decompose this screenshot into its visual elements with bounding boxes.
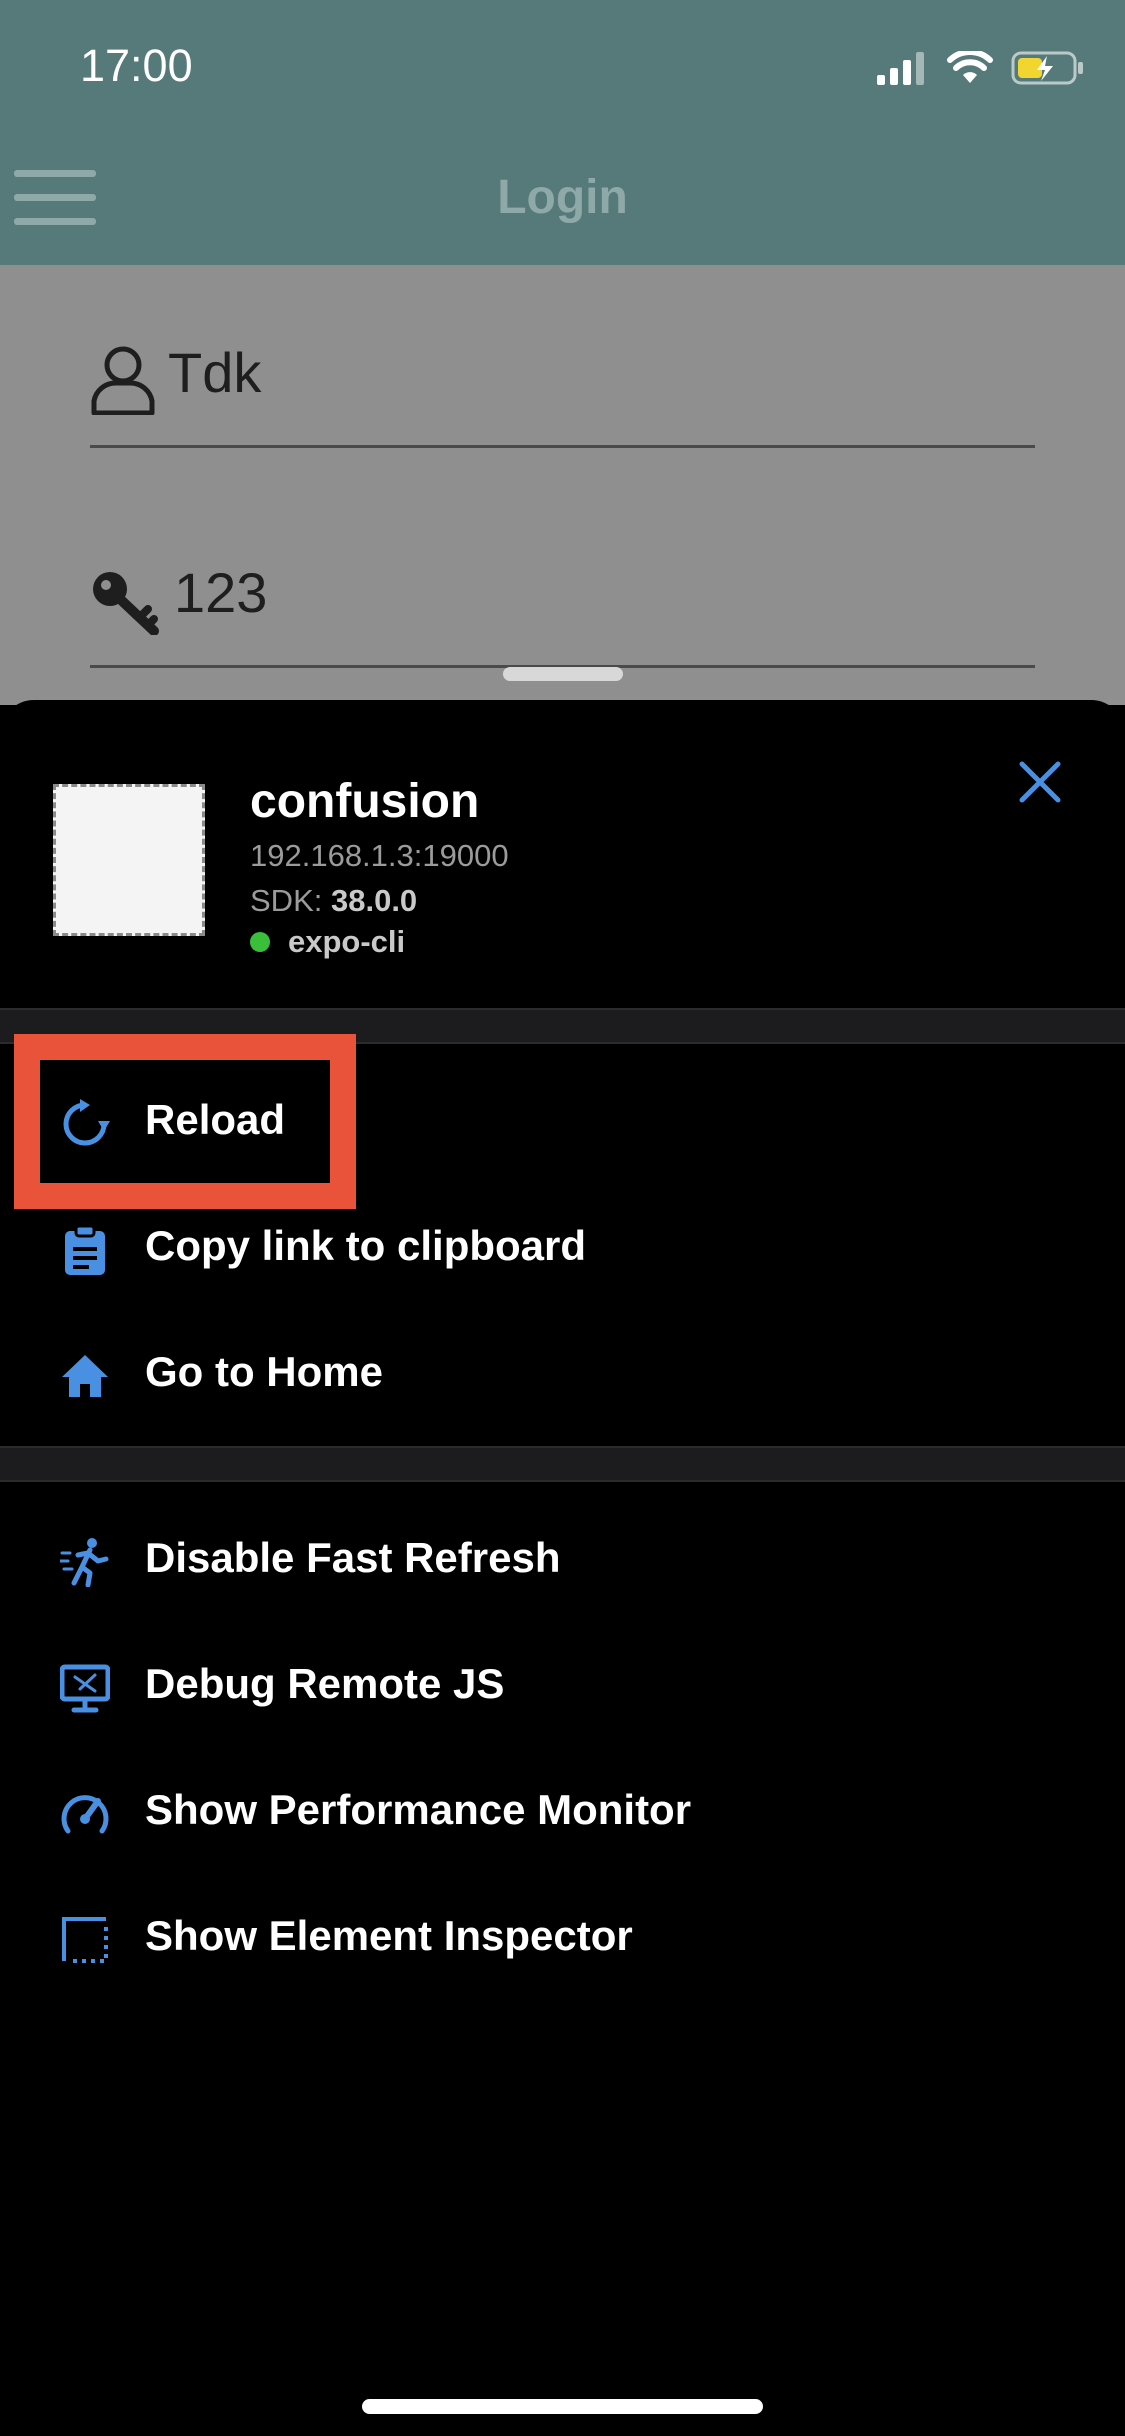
sdk-label: SDK: [250, 883, 323, 918]
menu-item-label: Debug Remote JS [145, 1660, 505, 1707]
app-host: 192.168.1.3:19000 [250, 838, 509, 873]
password-value: 123 [174, 561, 268, 624]
user-icon [91, 346, 155, 415]
status-time: 17:00 [80, 40, 193, 91]
monitor-debug-icon [60, 1664, 110, 1713]
page-title: Login [497, 171, 628, 224]
speedometer-icon [61, 1795, 109, 1834]
app-name: confusion [250, 775, 480, 828]
home-indicator[interactable] [362, 2399, 763, 2414]
running-man-icon [60, 1538, 109, 1587]
username-field[interactable]: Tdk [90, 325, 1035, 448]
menu-item-label: Disable Fast Refresh [145, 1534, 561, 1581]
dev-menu-sheet: confusion 192.168.1.3:19000 SDK: 38.0.0 … [0, 700, 1125, 2436]
menu-item-go-home[interactable]: Go to Home [0, 1318, 1125, 1428]
app-icon [53, 784, 205, 936]
battery-charging-icon [1011, 51, 1083, 85]
close-icon[interactable] [1018, 760, 1062, 804]
inspector-icon [62, 1917, 108, 1963]
username-value: Tdk [168, 341, 262, 404]
reload-highlight-box [14, 1034, 356, 1209]
sdk-version: SDK: 38.0.0 [250, 883, 417, 919]
status-dot [250, 932, 270, 952]
menu-item-label: Show Performance Monitor [145, 1786, 692, 1833]
sdk-value: 38.0.0 [330, 883, 418, 918]
status-icons [877, 48, 1085, 88]
key-icon [93, 572, 159, 635]
clipboard-icon [65, 1225, 105, 1275]
runtime-label: expo-cli [288, 924, 406, 959]
home-icon [62, 1355, 108, 1397]
password-field[interactable]: 123 [90, 545, 1035, 668]
menu-item-element-inspector[interactable]: Show Element Inspector [0, 1882, 1125, 1992]
wifi-icon [947, 51, 993, 83]
runtime-status: expo-cli [250, 924, 405, 960]
menu-item-label: Show Element Inspector [145, 1912, 633, 1959]
menu-item-disable-fast-refresh[interactable]: Disable Fast Refresh [0, 1504, 1125, 1614]
cellular-signal-icon [877, 52, 924, 85]
login-form: Tdk 123 [0, 265, 1125, 705]
app-header: 17:00 Login [0, 0, 1125, 265]
sheet-drag-handle[interactable] [503, 667, 623, 681]
menu-item-debug-remote-js[interactable]: Debug Remote JS [0, 1630, 1125, 1740]
menu-item-performance-monitor[interactable]: Show Performance Monitor [0, 1756, 1125, 1866]
menu-item-label: Go to Home [145, 1348, 383, 1395]
menu-item-label: Copy link to clipboard [145, 1222, 587, 1269]
section-divider [0, 1446, 1125, 1482]
